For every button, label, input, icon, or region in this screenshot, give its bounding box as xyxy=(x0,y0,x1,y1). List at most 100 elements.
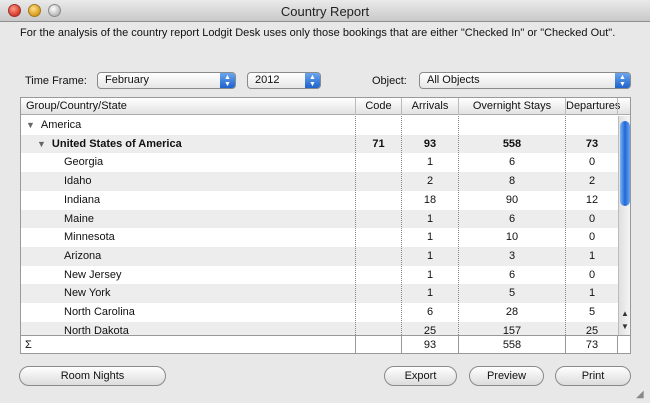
state-departures: 0 xyxy=(588,156,596,169)
column-divider xyxy=(401,336,402,353)
state-name: New York xyxy=(64,287,111,300)
state-arrivals: 1 xyxy=(426,287,434,300)
state-overnight-stays: 6 xyxy=(508,156,516,169)
sum-departures: 73 xyxy=(585,339,599,351)
preview-button[interactable]: Preview xyxy=(469,366,544,386)
country-departures: 73 xyxy=(585,137,599,150)
column-header-code[interactable]: Code xyxy=(356,98,401,115)
state-arrivals: 6 xyxy=(426,306,434,318)
table-row[interactable]: Indiana 18 90 12 xyxy=(21,191,618,210)
column-divider[interactable] xyxy=(355,98,356,115)
column-header-departures[interactable]: Departures xyxy=(566,98,620,115)
country-name-cell: ▼ United States of America xyxy=(37,135,182,154)
sum-symbol: Σ xyxy=(25,339,32,351)
table-row[interactable]: Arizona 1 3 1 xyxy=(21,246,618,266)
state-overnight-stays: 90 xyxy=(505,193,519,206)
state-departures: 0 xyxy=(588,231,596,244)
sum-overnight-stays: 558 xyxy=(502,339,522,351)
scroll-down-arrow-icon[interactable]: ▼ xyxy=(619,321,630,333)
month-select[interactable]: February ▲ ▼ xyxy=(97,72,236,89)
column-header-group[interactable]: Group/Country/State xyxy=(26,98,127,115)
state-departures: 0 xyxy=(588,212,596,225)
table-row[interactable]: Minnesota 1 10 0 xyxy=(21,228,618,247)
disclosure-triangle-icon[interactable]: ▼ xyxy=(26,116,35,135)
state-name: Indiana xyxy=(64,193,101,206)
table-row[interactable]: New York 1 5 1 xyxy=(21,284,618,303)
column-divider xyxy=(617,336,618,353)
country-report-table[interactable]: Group/Country/State Code Arrivals Overni… xyxy=(20,97,631,354)
state-overnight-stays: 8 xyxy=(508,175,516,188)
state-arrivals: 1 xyxy=(426,212,434,225)
column-divider xyxy=(458,116,459,335)
country-name: United States of America xyxy=(51,137,182,150)
state-overnight-stays: 6 xyxy=(508,268,516,281)
state-overnight-stays: 10 xyxy=(505,231,519,244)
object-label: Object: xyxy=(372,75,407,87)
vertical-scrollbar[interactable]: ▲ ▼ xyxy=(618,116,630,335)
state-name: Arizona xyxy=(64,249,102,262)
state-departures: 0 xyxy=(588,268,596,281)
state-name: Georgia xyxy=(64,156,104,169)
room-nights-button[interactable]: Room Nights xyxy=(19,366,166,386)
country-arrivals: 93 xyxy=(423,137,437,150)
state-name: Maine xyxy=(64,212,94,225)
column-divider xyxy=(565,116,566,335)
column-divider xyxy=(565,336,566,353)
resize-grip-icon[interactable]: ◢ xyxy=(636,389,647,400)
column-divider[interactable] xyxy=(565,98,566,115)
table-row[interactable]: North Carolina 6 28 5 xyxy=(21,303,618,322)
column-divider[interactable] xyxy=(401,98,402,115)
state-arrivals: 1 xyxy=(426,268,434,281)
table-row[interactable]: Idaho 2 8 2 xyxy=(21,172,618,191)
state-departures: 5 xyxy=(588,306,596,318)
select-arrows-icon: ▲ ▼ xyxy=(615,73,630,88)
scrollbar-thumb[interactable] xyxy=(620,121,630,206)
select-arrows-icon: ▲ ▼ xyxy=(305,73,320,88)
column-divider[interactable] xyxy=(617,98,618,115)
column-header-arrivals[interactable]: Arrivals xyxy=(402,98,458,115)
column-divider[interactable] xyxy=(458,98,459,115)
state-name: North Carolina xyxy=(64,306,135,318)
group-name-cell: ▼ America xyxy=(26,116,81,135)
column-divider xyxy=(355,336,356,353)
object-select[interactable]: All Objects ▲ ▼ xyxy=(419,72,631,89)
table-row[interactable]: Maine 1 6 0 xyxy=(21,209,618,229)
state-arrivals: 2 xyxy=(426,175,434,188)
country-code: 71 xyxy=(372,137,385,150)
month-value: February xyxy=(105,74,150,86)
timeframe-label: Time Frame: xyxy=(25,75,87,87)
column-divider xyxy=(458,336,459,353)
table-row[interactable]: New Jersey 1 6 0 xyxy=(21,266,618,285)
table-row[interactable]: Georgia 1 6 0 xyxy=(21,153,618,172)
group-row[interactable]: ▼ America xyxy=(21,116,618,135)
state-departures: 1 xyxy=(588,249,596,262)
column-divider xyxy=(355,116,356,335)
state-overnight-stays: 6 xyxy=(508,212,516,225)
export-button[interactable]: Export xyxy=(384,366,457,386)
state-departures: 12 xyxy=(585,193,599,206)
select-arrows-icon: ▲ ▼ xyxy=(220,73,235,88)
state-name: New Jersey xyxy=(64,268,122,281)
scroll-up-arrow-icon[interactable]: ▲ xyxy=(619,308,630,320)
state-arrivals: 1 xyxy=(426,249,434,262)
state-name: Minnesota xyxy=(64,231,115,244)
window-title: Country Report xyxy=(280,4,370,19)
state-arrivals: 1 xyxy=(426,231,434,244)
sum-arrivals: 93 xyxy=(423,339,437,351)
column-divider xyxy=(401,116,402,335)
intro-text: For the analysis of the country report L… xyxy=(20,27,616,39)
column-header-overnight-stays[interactable]: Overnight Stays xyxy=(459,98,565,115)
title-bar: Country Report xyxy=(0,0,650,22)
state-arrivals: 1 xyxy=(426,156,434,169)
state-departures: 2 xyxy=(588,175,596,188)
country-overnight-stays: 558 xyxy=(502,137,522,150)
object-value: All Objects xyxy=(427,74,480,86)
disclosure-triangle-icon[interactable]: ▼ xyxy=(37,135,46,154)
state-overnight-stays: 3 xyxy=(508,249,516,262)
state-arrivals: 18 xyxy=(423,193,437,206)
print-button[interactable]: Print xyxy=(555,366,631,386)
state-name: Idaho xyxy=(64,175,92,188)
year-select[interactable]: 2012 ▲ ▼ xyxy=(247,72,321,89)
country-row[interactable]: ▼ United States of America 71 93 558 73 xyxy=(21,134,618,154)
table-header: Group/Country/State Code Arrivals Overni… xyxy=(21,98,630,115)
